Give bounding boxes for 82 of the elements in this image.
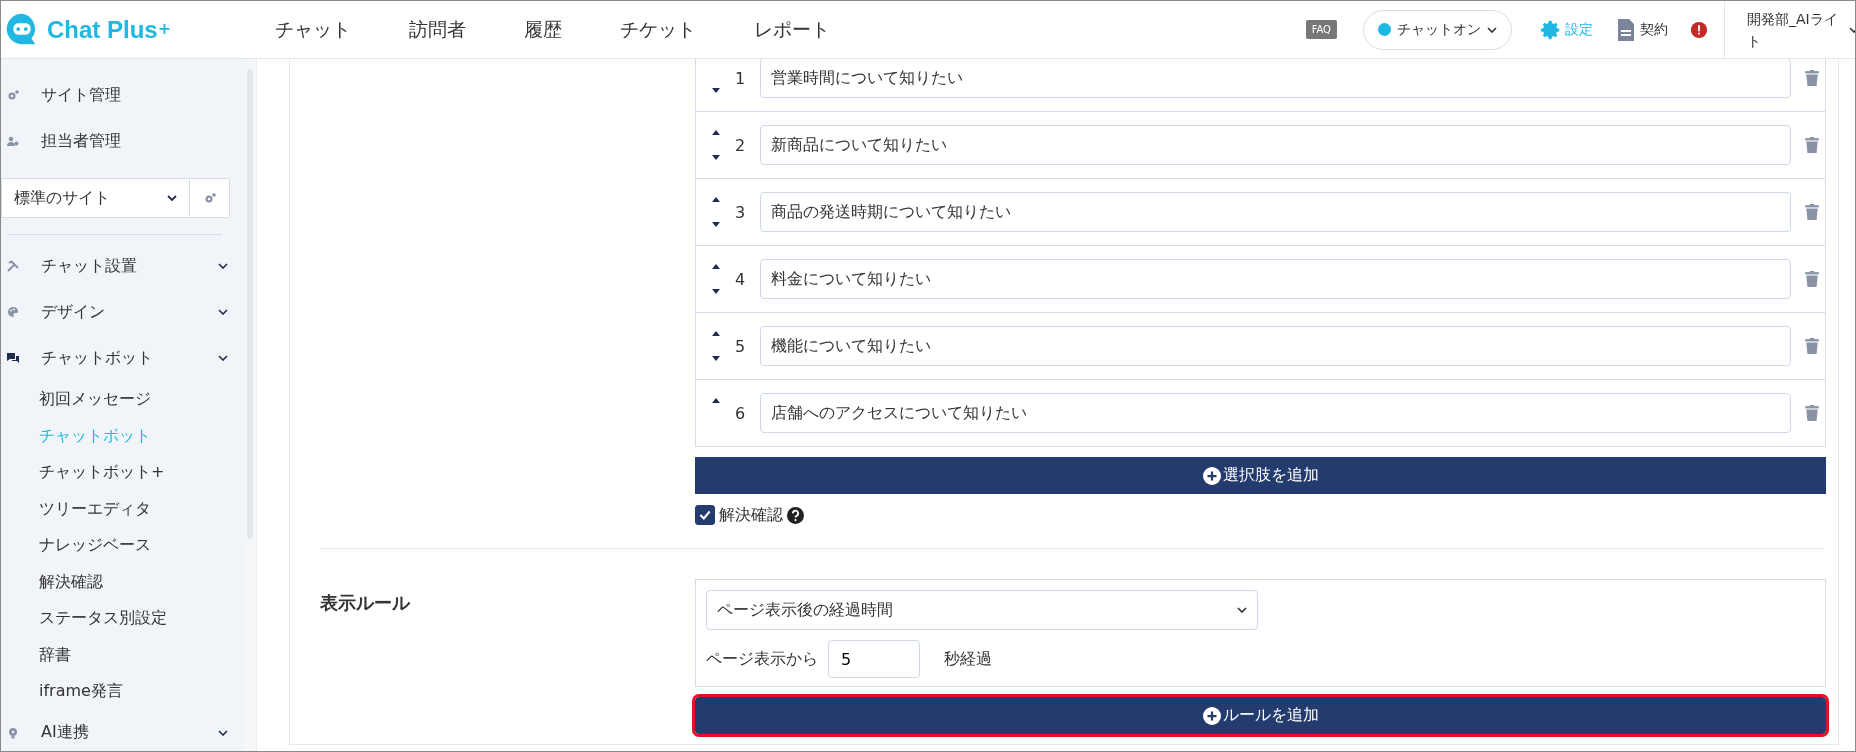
seconds-input[interactable]: 5: [828, 640, 920, 678]
chevron-down-icon: [218, 263, 228, 269]
sidebar-subitem[interactable]: ツリーエディタ: [1, 490, 244, 527]
option-input[interactable]: 店舗へのアクセスについて知りたい: [760, 393, 1791, 433]
option-input[interactable]: 機能について知りたい: [760, 326, 1791, 366]
site-select[interactable]: 標準のサイト: [1, 178, 190, 218]
sidebar-group[interactable]: チャットボット: [41, 347, 153, 369]
sidebar-subitem[interactable]: ステータス別設定: [1, 600, 244, 637]
move-up-icon[interactable]: [712, 331, 720, 336]
trash-icon[interactable]: [1805, 271, 1819, 287]
palette-icon: [7, 306, 19, 318]
sidebar-subitem[interactable]: iframe発言: [1, 673, 244, 710]
move-up-icon[interactable]: [712, 264, 720, 269]
status-dropdown[interactable]: チャットオン: [1363, 9, 1512, 50]
move-down-icon[interactable]: [712, 289, 720, 294]
sidebar-item[interactable]: 担当者管理: [41, 130, 121, 152]
trash-icon[interactable]: [1805, 70, 1819, 86]
bulb-icon: [7, 726, 19, 739]
check-icon: [698, 508, 712, 522]
option-input[interactable]: 商品の発送時期について知りたい: [760, 192, 1791, 232]
trash-icon[interactable]: [1805, 338, 1819, 354]
chat-icon: [7, 352, 19, 364]
add-option-button[interactable]: 選択肢を追加: [695, 457, 1826, 494]
field-suffix: 秒経過: [944, 648, 992, 670]
help-icon[interactable]: [787, 506, 804, 524]
option-number: 6: [733, 403, 747, 423]
trash-icon[interactable]: [1805, 204, 1819, 220]
sidebar-subitem[interactable]: チャットボット+: [1, 454, 244, 491]
rule-type-select[interactable]: ページ表示後の経過時間: [706, 590, 1258, 630]
trash-icon[interactable]: [1805, 405, 1819, 421]
tools-icon: [7, 260, 19, 272]
move-up-icon[interactable]: [712, 130, 720, 135]
move-up-icon[interactable]: [712, 197, 720, 202]
option-number: 4: [733, 269, 747, 289]
sidebar-group[interactable]: チャット設置: [41, 255, 137, 277]
option-input[interactable]: 料金について知りたい: [760, 259, 1791, 299]
sidebar-group[interactable]: AI連携: [41, 722, 89, 743]
logo-plus: +: [157, 18, 172, 38]
nav-link[interactable]: 訪問者: [409, 16, 466, 43]
option-number: 3: [733, 202, 747, 222]
chevron-down-icon: [218, 309, 228, 315]
chevron-down-icon: [167, 195, 177, 201]
nav-link[interactable]: チケット: [620, 16, 696, 43]
field-prefix: ページ表示から: [706, 648, 818, 670]
option-input[interactable]: 新商品について知りたい: [760, 125, 1791, 165]
move-down-icon[interactable]: [712, 88, 720, 93]
sidebar-subitem[interactable]: ナレッジベース: [1, 527, 244, 564]
sidebar-subitem[interactable]: 初回メッセージ: [1, 381, 244, 418]
chevron-down-icon: [218, 729, 228, 736]
move-down-icon[interactable]: [712, 356, 720, 361]
user-menu[interactable]: 開発部_AIライト: [1747, 7, 1843, 52]
checkbox[interactable]: [695, 505, 715, 525]
sidebar-subitem[interactable]: 辞書: [1, 636, 244, 673]
option-number: 5: [733, 336, 747, 356]
option-number: 1: [733, 68, 747, 88]
move-down-icon[interactable]: [712, 222, 720, 227]
chevron-down-icon: [1849, 26, 1855, 33]
nav-link[interactable]: レポート: [754, 16, 830, 43]
section-label: 表示ルール: [320, 591, 412, 615]
move-up-icon[interactable]: [712, 398, 720, 403]
alert-icon[interactable]: [1690, 20, 1708, 39]
people-icon: [7, 135, 19, 147]
option-number: 2: [733, 135, 747, 155]
checkbox-label: 解決確認: [719, 504, 783, 526]
option-input[interactable]: 営業時間について知りたい: [760, 59, 1791, 98]
add-rule-button[interactable]: ルールを追加: [695, 697, 1826, 734]
faq-icon[interactable]: FAQ: [1305, 20, 1337, 39]
document-icon[interactable]: [1615, 17, 1637, 42]
contract-link[interactable]: 契約: [1640, 20, 1668, 39]
chevron-down-icon: [218, 355, 228, 361]
nav-link[interactable]: チャット: [275, 16, 351, 43]
chevron-down-icon: [1487, 26, 1497, 33]
chevron-down-icon: [1237, 607, 1247, 613]
logo-text: Chat Plus: [47, 15, 158, 44]
sidebar-group[interactable]: デザイン: [41, 301, 105, 323]
plus-circle-icon: [1202, 706, 1221, 725]
trash-icon[interactable]: [1805, 137, 1819, 153]
move-down-icon[interactable]: [712, 155, 720, 160]
nav-link[interactable]: 履歴: [524, 16, 562, 43]
plus-circle-icon: [1202, 466, 1221, 485]
sidebar-item[interactable]: サイト管理: [41, 84, 121, 106]
sidebar-subitem[interactable]: 解決確認: [1, 563, 244, 600]
